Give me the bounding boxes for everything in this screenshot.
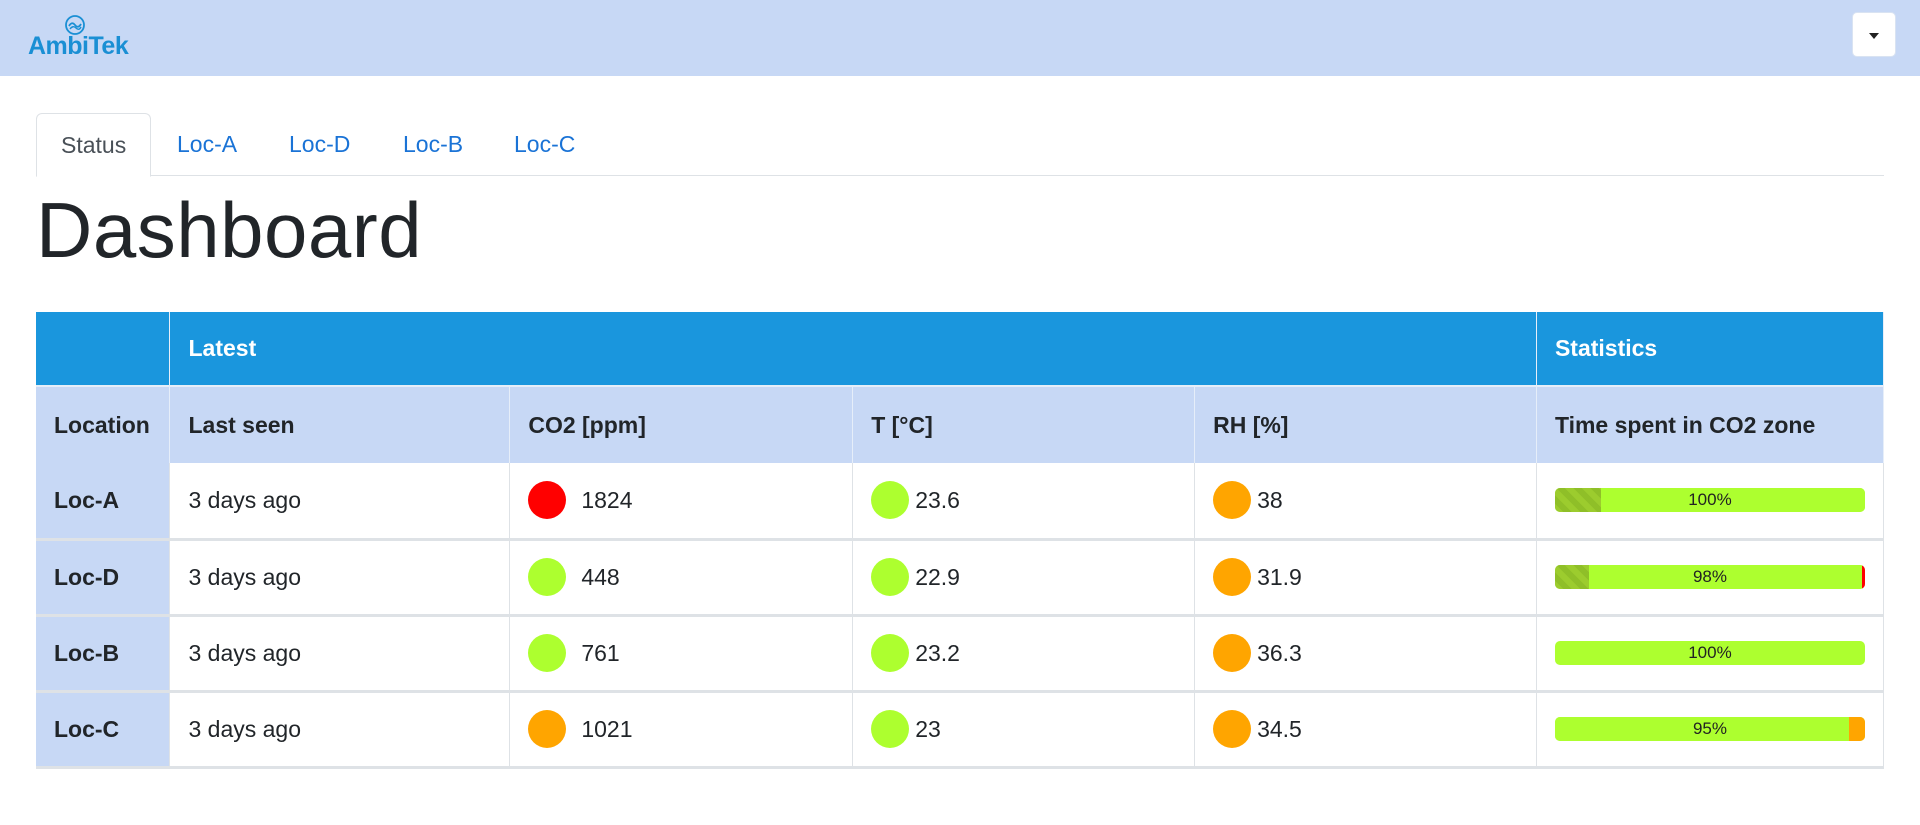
status-table: Latest Statistics Location Last seen CO2…	[36, 312, 1885, 769]
row-co2-cell: 761	[509, 615, 854, 693]
column-header-temperature: T [°C]	[852, 385, 1196, 463]
co2-status-indicator	[528, 481, 567, 520]
row-co2-cell: 1021	[509, 691, 854, 769]
row-location: Loc-A	[36, 463, 171, 541]
group-header-latest: Latest	[169, 312, 1537, 386]
brand-logo[interactable]: AmbiTek	[28, 12, 129, 62]
row-rh-value: 38	[1257, 486, 1283, 513]
row-zone-cell: 98%	[1536, 539, 1885, 617]
tab-loc-d[interactable]: Loc-D	[289, 113, 350, 176]
co2-zone-percentage: 100%	[1688, 643, 1732, 662]
caret-down-icon	[1869, 33, 1879, 39]
tab-loc-c[interactable]: Loc-C	[514, 113, 575, 176]
row-rh-cell: 38	[1194, 463, 1537, 541]
co2-status-indicator	[528, 710, 567, 748]
row-co2-cell: 448	[509, 539, 854, 617]
temp-status-indicator	[871, 558, 910, 596]
row-rh-value: 34.5	[1257, 715, 1302, 742]
group-header-statistics: Statistics	[1536, 312, 1885, 386]
page-title: Dashboard	[36, 186, 423, 274]
column-header-humidity: RH [%]	[1194, 385, 1537, 463]
row-temp-value: 23	[915, 715, 941, 742]
row-temp-value: 23.6	[915, 486, 960, 513]
tab-loc-a[interactable]: Loc-A	[177, 113, 237, 176]
co2-status-indicator	[528, 558, 567, 596]
dropdown-menu-button[interactable]	[1852, 12, 1896, 57]
row-rh-value: 36.3	[1257, 639, 1302, 666]
row-location: Loc-B	[36, 615, 171, 693]
temp-status-indicator	[871, 710, 910, 748]
co2-zone-percentage: 95%	[1692, 719, 1727, 738]
brand-name: AmbiTek	[28, 32, 129, 60]
co2-zone-percentage: 98%	[1692, 567, 1727, 586]
rh-status-indicator	[1213, 558, 1252, 596]
group-header-empty	[36, 312, 171, 386]
co2-zone-progress-bar: 95%	[1554, 717, 1865, 741]
row-location: Loc-C	[36, 691, 171, 769]
table-row: Loc-A 3 days ago 1824 23.6 38 100%	[36, 463, 1885, 541]
row-co2-value: 1021	[581, 715, 633, 742]
row-zone-cell: 100%	[1536, 463, 1885, 541]
row-rh-cell: 31.9	[1194, 539, 1537, 617]
table-column-header-row: Location Last seen CO2 [ppm] T [°C] RH […	[36, 385, 1885, 463]
row-zone-cell: 100%	[1536, 615, 1885, 693]
row-temp-cell: 22.9	[852, 539, 1196, 617]
row-rh-value: 31.9	[1257, 563, 1302, 590]
co2-status-indicator	[528, 634, 567, 672]
tab-loc-b[interactable]: Loc-B	[403, 113, 463, 176]
table-row: Loc-C 3 days ago 1021 23 34.5 95%	[36, 691, 1885, 769]
column-header-last-seen: Last seen	[169, 385, 511, 463]
row-rh-cell: 34.5	[1194, 691, 1537, 769]
column-header-location: Location	[36, 385, 171, 463]
row-temp-cell: 23.2	[852, 615, 1196, 693]
row-last-seen: 3 days ago	[169, 463, 511, 541]
row-temp-cell: 23.6	[852, 463, 1196, 541]
row-last-seen: 3 days ago	[169, 539, 511, 617]
table-group-header-row: Latest Statistics	[36, 312, 1885, 386]
row-location: Loc-D	[36, 539, 171, 617]
co2-zone-progress-bar: 100%	[1554, 641, 1865, 665]
row-last-seen: 3 days ago	[169, 615, 511, 693]
row-rh-cell: 36.3	[1194, 615, 1537, 693]
row-temp-value: 23.2	[915, 639, 960, 666]
row-last-seen: 3 days ago	[169, 691, 511, 769]
co2-zone-progress-bar: 98%	[1554, 565, 1865, 589]
column-header-co2: CO2 [ppm]	[509, 385, 854, 463]
row-zone-cell: 95%	[1536, 691, 1885, 769]
table-row: Loc-B 3 days ago 761 23.2 36.3 100%	[36, 615, 1885, 693]
temp-status-indicator	[871, 634, 910, 672]
co2-zone-percentage: 100%	[1688, 490, 1732, 510]
row-temp-value: 22.9	[915, 563, 960, 590]
rh-status-indicator	[1213, 634, 1252, 672]
tab-status[interactable]: Status	[36, 113, 152, 177]
row-temp-cell: 23	[852, 691, 1196, 769]
top-navbar: AmbiTek	[0, 0, 1920, 76]
rh-status-indicator	[1213, 710, 1252, 748]
co2-zone-progress-bar: 100%	[1554, 488, 1865, 513]
table-row: Loc-D 3 days ago 448 22.9 31.9 98%	[36, 539, 1885, 617]
location-tabs: Status Loc-A Loc-D Loc-B Loc-C	[36, 113, 1884, 177]
row-co2-value: 448	[581, 563, 620, 590]
row-co2-value: 761	[581, 639, 620, 666]
rh-status-indicator	[1213, 481, 1252, 520]
temp-status-indicator	[871, 481, 910, 520]
row-co2-value: 1824	[581, 486, 633, 513]
row-co2-cell: 1824	[509, 463, 854, 541]
column-header-co2-zone-time: Time spent in CO2 zone	[1536, 385, 1885, 463]
